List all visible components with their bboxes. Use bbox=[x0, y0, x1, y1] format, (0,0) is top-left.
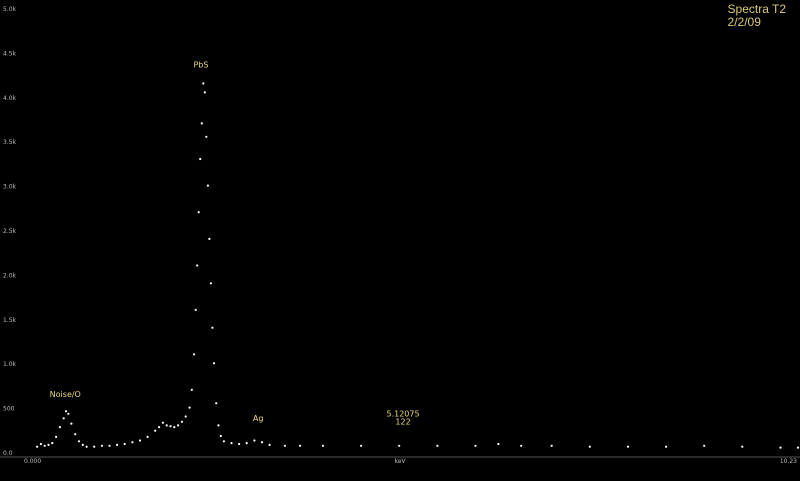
x-tick-label: 0.000 bbox=[24, 458, 41, 465]
data-point bbox=[77, 440, 81, 443]
data-point bbox=[208, 237, 211, 240]
y-tick-label: 3.0k bbox=[3, 184, 17, 191]
data-point bbox=[58, 426, 62, 429]
y-tick-label: 0.0 bbox=[3, 450, 13, 457]
data-point bbox=[161, 421, 164, 424]
peak-annotation: 122 bbox=[395, 417, 410, 426]
data-point bbox=[253, 439, 256, 442]
data-point bbox=[39, 442, 43, 446]
data-point bbox=[138, 439, 142, 442]
data-point bbox=[177, 424, 180, 427]
data-point bbox=[81, 443, 84, 446]
data-point bbox=[169, 425, 172, 428]
data-point bbox=[203, 91, 206, 94]
data-point bbox=[116, 443, 119, 446]
peak-annotation: Ag bbox=[253, 414, 264, 423]
y-tick-label: 3.5k bbox=[3, 139, 17, 146]
data-point bbox=[665, 445, 668, 448]
y-tick-label: 4.5k bbox=[3, 50, 17, 57]
data-point bbox=[741, 445, 744, 448]
data-point bbox=[193, 353, 196, 356]
data-point bbox=[173, 426, 176, 429]
y-tick-label: 4.0k bbox=[3, 95, 17, 102]
y-tick-label: 2.0k bbox=[3, 272, 17, 279]
data-point bbox=[202, 82, 205, 85]
data-point bbox=[70, 422, 73, 425]
data-point bbox=[796, 446, 800, 449]
data-point bbox=[626, 445, 630, 448]
peak-annotation: PbS bbox=[193, 60, 208, 69]
data-point bbox=[200, 122, 203, 125]
data-point bbox=[321, 444, 325, 447]
data-point bbox=[190, 388, 193, 391]
data-point bbox=[238, 442, 241, 446]
x-tick-label: 10.23 bbox=[780, 458, 797, 465]
data-point bbox=[779, 446, 782, 449]
data-point bbox=[436, 444, 439, 447]
data-point bbox=[158, 426, 161, 429]
y-tick-label: 5.0k bbox=[3, 6, 17, 13]
data-point bbox=[36, 445, 39, 448]
data-point bbox=[93, 445, 96, 448]
data-point bbox=[219, 434, 222, 438]
data-point bbox=[299, 444, 302, 447]
data-point bbox=[180, 420, 183, 423]
data-point bbox=[211, 326, 214, 329]
data-point bbox=[188, 406, 191, 409]
data-point bbox=[588, 445, 591, 448]
data-point bbox=[194, 308, 197, 311]
data-point bbox=[268, 443, 271, 446]
data-point bbox=[360, 444, 363, 447]
data-point bbox=[165, 424, 168, 427]
data-point bbox=[100, 444, 103, 447]
y-tick-label: 1.5k bbox=[3, 317, 17, 324]
data-point bbox=[184, 415, 187, 418]
data-point bbox=[520, 444, 523, 447]
data-point bbox=[146, 435, 149, 438]
data-point bbox=[196, 264, 199, 267]
data-point bbox=[215, 402, 218, 405]
data-point bbox=[222, 440, 225, 443]
data-point bbox=[197, 211, 200, 214]
data-point bbox=[74, 433, 77, 436]
axis-layer: 0.0 500 1.0k 1.5k 2.0k 2.5k 3.0k 3.5k 4.0k 4.5k 5.… bbox=[0, 6, 800, 465]
data-point bbox=[212, 362, 216, 365]
spectrum-chart: 0.0 500 1.0k 1.5k 2.0k 2.5k 3.0k 3.5k 4.0k 4.5k 5.… bbox=[0, 6, 800, 465]
data-point bbox=[497, 442, 500, 446]
data-point bbox=[283, 444, 286, 447]
data-point bbox=[199, 157, 202, 161]
data-point bbox=[51, 442, 54, 445]
data-point bbox=[43, 444, 46, 447]
data-point bbox=[205, 135, 208, 138]
data-point bbox=[245, 442, 248, 445]
data-point bbox=[230, 442, 233, 445]
y-tick-label: 500 bbox=[3, 406, 15, 413]
data-point bbox=[398, 444, 401, 447]
data-point bbox=[123, 442, 126, 446]
data-point bbox=[703, 444, 706, 447]
data-points-layer bbox=[36, 82, 800, 449]
data-point bbox=[131, 441, 134, 444]
data-point bbox=[67, 412, 70, 415]
data-point bbox=[62, 417, 65, 420]
data-point bbox=[55, 435, 58, 438]
data-point bbox=[64, 410, 68, 413]
y-tick-label: 2.5k bbox=[3, 228, 17, 235]
data-point bbox=[550, 444, 553, 447]
data-point bbox=[474, 444, 477, 447]
data-point bbox=[260, 441, 264, 444]
data-point bbox=[154, 429, 157, 432]
data-point bbox=[206, 184, 209, 187]
y-tick-label: 1.0k bbox=[3, 361, 17, 368]
data-point bbox=[108, 444, 111, 447]
data-point bbox=[217, 424, 220, 427]
data-point bbox=[209, 282, 212, 285]
x-tick-label: keV bbox=[394, 458, 406, 465]
data-point bbox=[47, 443, 50, 446]
data-point bbox=[85, 445, 88, 448]
annotation-layer: Noise/OPbSAg 5.12075122 bbox=[50, 60, 420, 426]
peak-annotation: Noise/O bbox=[50, 390, 81, 399]
